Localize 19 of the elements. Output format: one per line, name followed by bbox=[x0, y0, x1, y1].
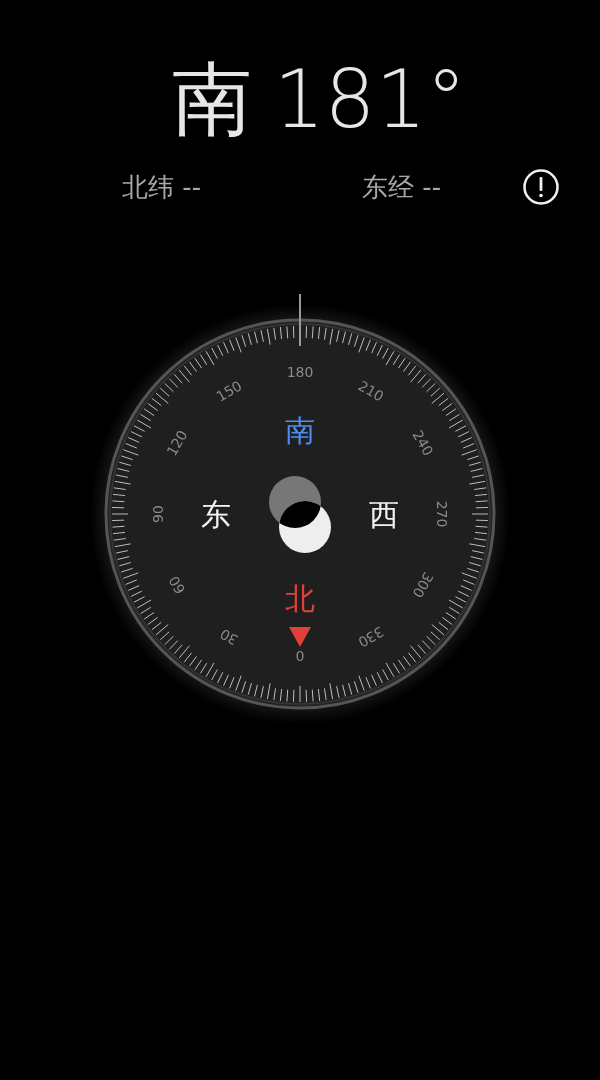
north-marker-icon bbox=[289, 627, 311, 647]
cardinal-label: 西 bbox=[369, 496, 399, 532]
latitude-text: 北纬 -- bbox=[122, 171, 203, 204]
dial-number: 330 bbox=[355, 623, 387, 651]
heading-degrees: 181° bbox=[273, 52, 467, 148]
dial-number: 210 bbox=[355, 377, 387, 405]
heading-direction: 南 bbox=[171, 52, 252, 148]
dial-number: 270 bbox=[434, 500, 450, 528]
dial-number: 90 bbox=[150, 505, 166, 523]
cardinal-label: 南 bbox=[285, 412, 315, 448]
longitude-text: 东经 -- bbox=[362, 171, 443, 204]
dial-number: 60 bbox=[165, 573, 189, 597]
info-icon[interactable] bbox=[522, 168, 560, 206]
dial-number: 180 bbox=[286, 364, 314, 380]
dial-number: 0 bbox=[295, 648, 305, 664]
dial-number: 150 bbox=[213, 377, 245, 405]
cardinal-label: 东 bbox=[201, 496, 231, 532]
cardinal-label: 北 bbox=[285, 580, 315, 616]
dial-number: 30 bbox=[217, 625, 241, 649]
